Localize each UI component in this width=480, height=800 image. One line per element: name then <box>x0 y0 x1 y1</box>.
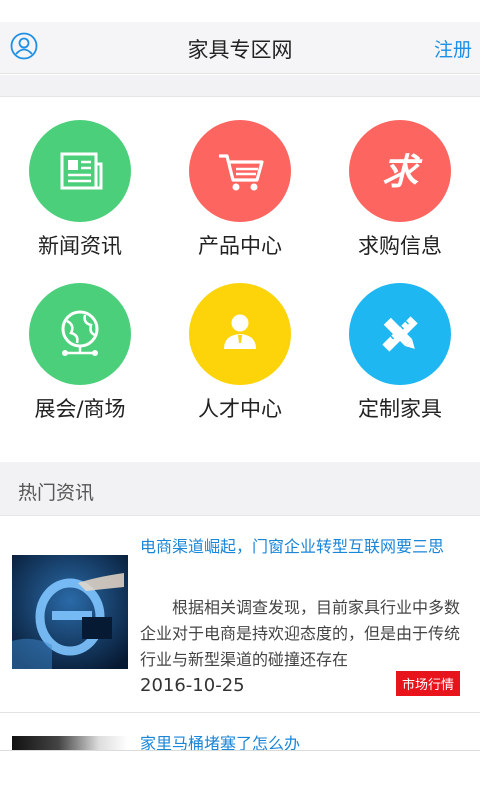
cart-icon <box>189 120 291 222</box>
spacer <box>0 75 480 97</box>
news-title[interactable]: 家里马桶堵塞了怎么办 <box>140 730 460 750</box>
news-summary: 根据相关调查发现，目前家具行业中多数企业对于电商是持欢迎态度的，但是由于传统行业… <box>140 598 460 669</box>
svg-text:求: 求 <box>382 152 423 193</box>
grid-item-news[interactable]: 新闻资讯 <box>0 98 160 258</box>
pencil-ruler-icon <box>349 283 451 385</box>
grid-item-label: 定制家具 <box>358 397 442 421</box>
news-thumbnail <box>12 555 128 669</box>
grid-item-purchase[interactable]: 求 求购信息 <box>320 98 480 258</box>
grid-item-products[interactable]: 产品中心 <box>160 98 320 258</box>
news-title[interactable]: 电商渠道崛起，门窗企业转型互联网要三思 <box>140 533 460 561</box>
grid-item-talent[interactable]: 人才中心 <box>160 261 320 421</box>
category-badge: 市场行情 <box>395 671 460 696</box>
grid-item-label: 产品中心 <box>198 234 282 258</box>
qiu-icon: 求 <box>349 120 451 222</box>
grid-item-label: 展会/商场 <box>34 397 126 421</box>
grid-item-label: 人才中心 <box>198 397 282 421</box>
person-icon <box>189 283 291 385</box>
globe-network-icon <box>29 283 131 385</box>
section-title: 热门资讯 <box>18 482 95 504</box>
grid-item-exhibition[interactable]: 展会/商场 <box>0 261 160 421</box>
news-date: 2016-10-25 <box>140 675 245 696</box>
category-grid: 新闻资讯 产品中心 求 求购信息 展会/商场 人才中心 定制家具 <box>0 98 480 462</box>
news-thumbnail <box>12 736 128 750</box>
list-item[interactable]: 家里马桶堵塞了怎么办 <box>0 714 480 750</box>
grid-item-custom-furniture[interactable]: 定制家具 <box>320 261 480 421</box>
top-bar: 家具专区网 注册 <box>0 22 480 74</box>
register-link[interactable]: 注册 <box>434 35 472 62</box>
section-header: 热门资讯 <box>0 462 480 516</box>
status-bar <box>0 0 480 22</box>
bottom-area <box>0 751 480 800</box>
list-item[interactable]: 电商渠道崛起，门窗企业转型互联网要三思 根据相关调查发现，目前家具行业中多数企业… <box>0 517 480 713</box>
news-icon <box>29 120 131 222</box>
grid-item-label: 求购信息 <box>358 234 442 258</box>
page-title: 家具专区网 <box>187 38 293 62</box>
grid-item-label: 新闻资讯 <box>38 234 122 258</box>
